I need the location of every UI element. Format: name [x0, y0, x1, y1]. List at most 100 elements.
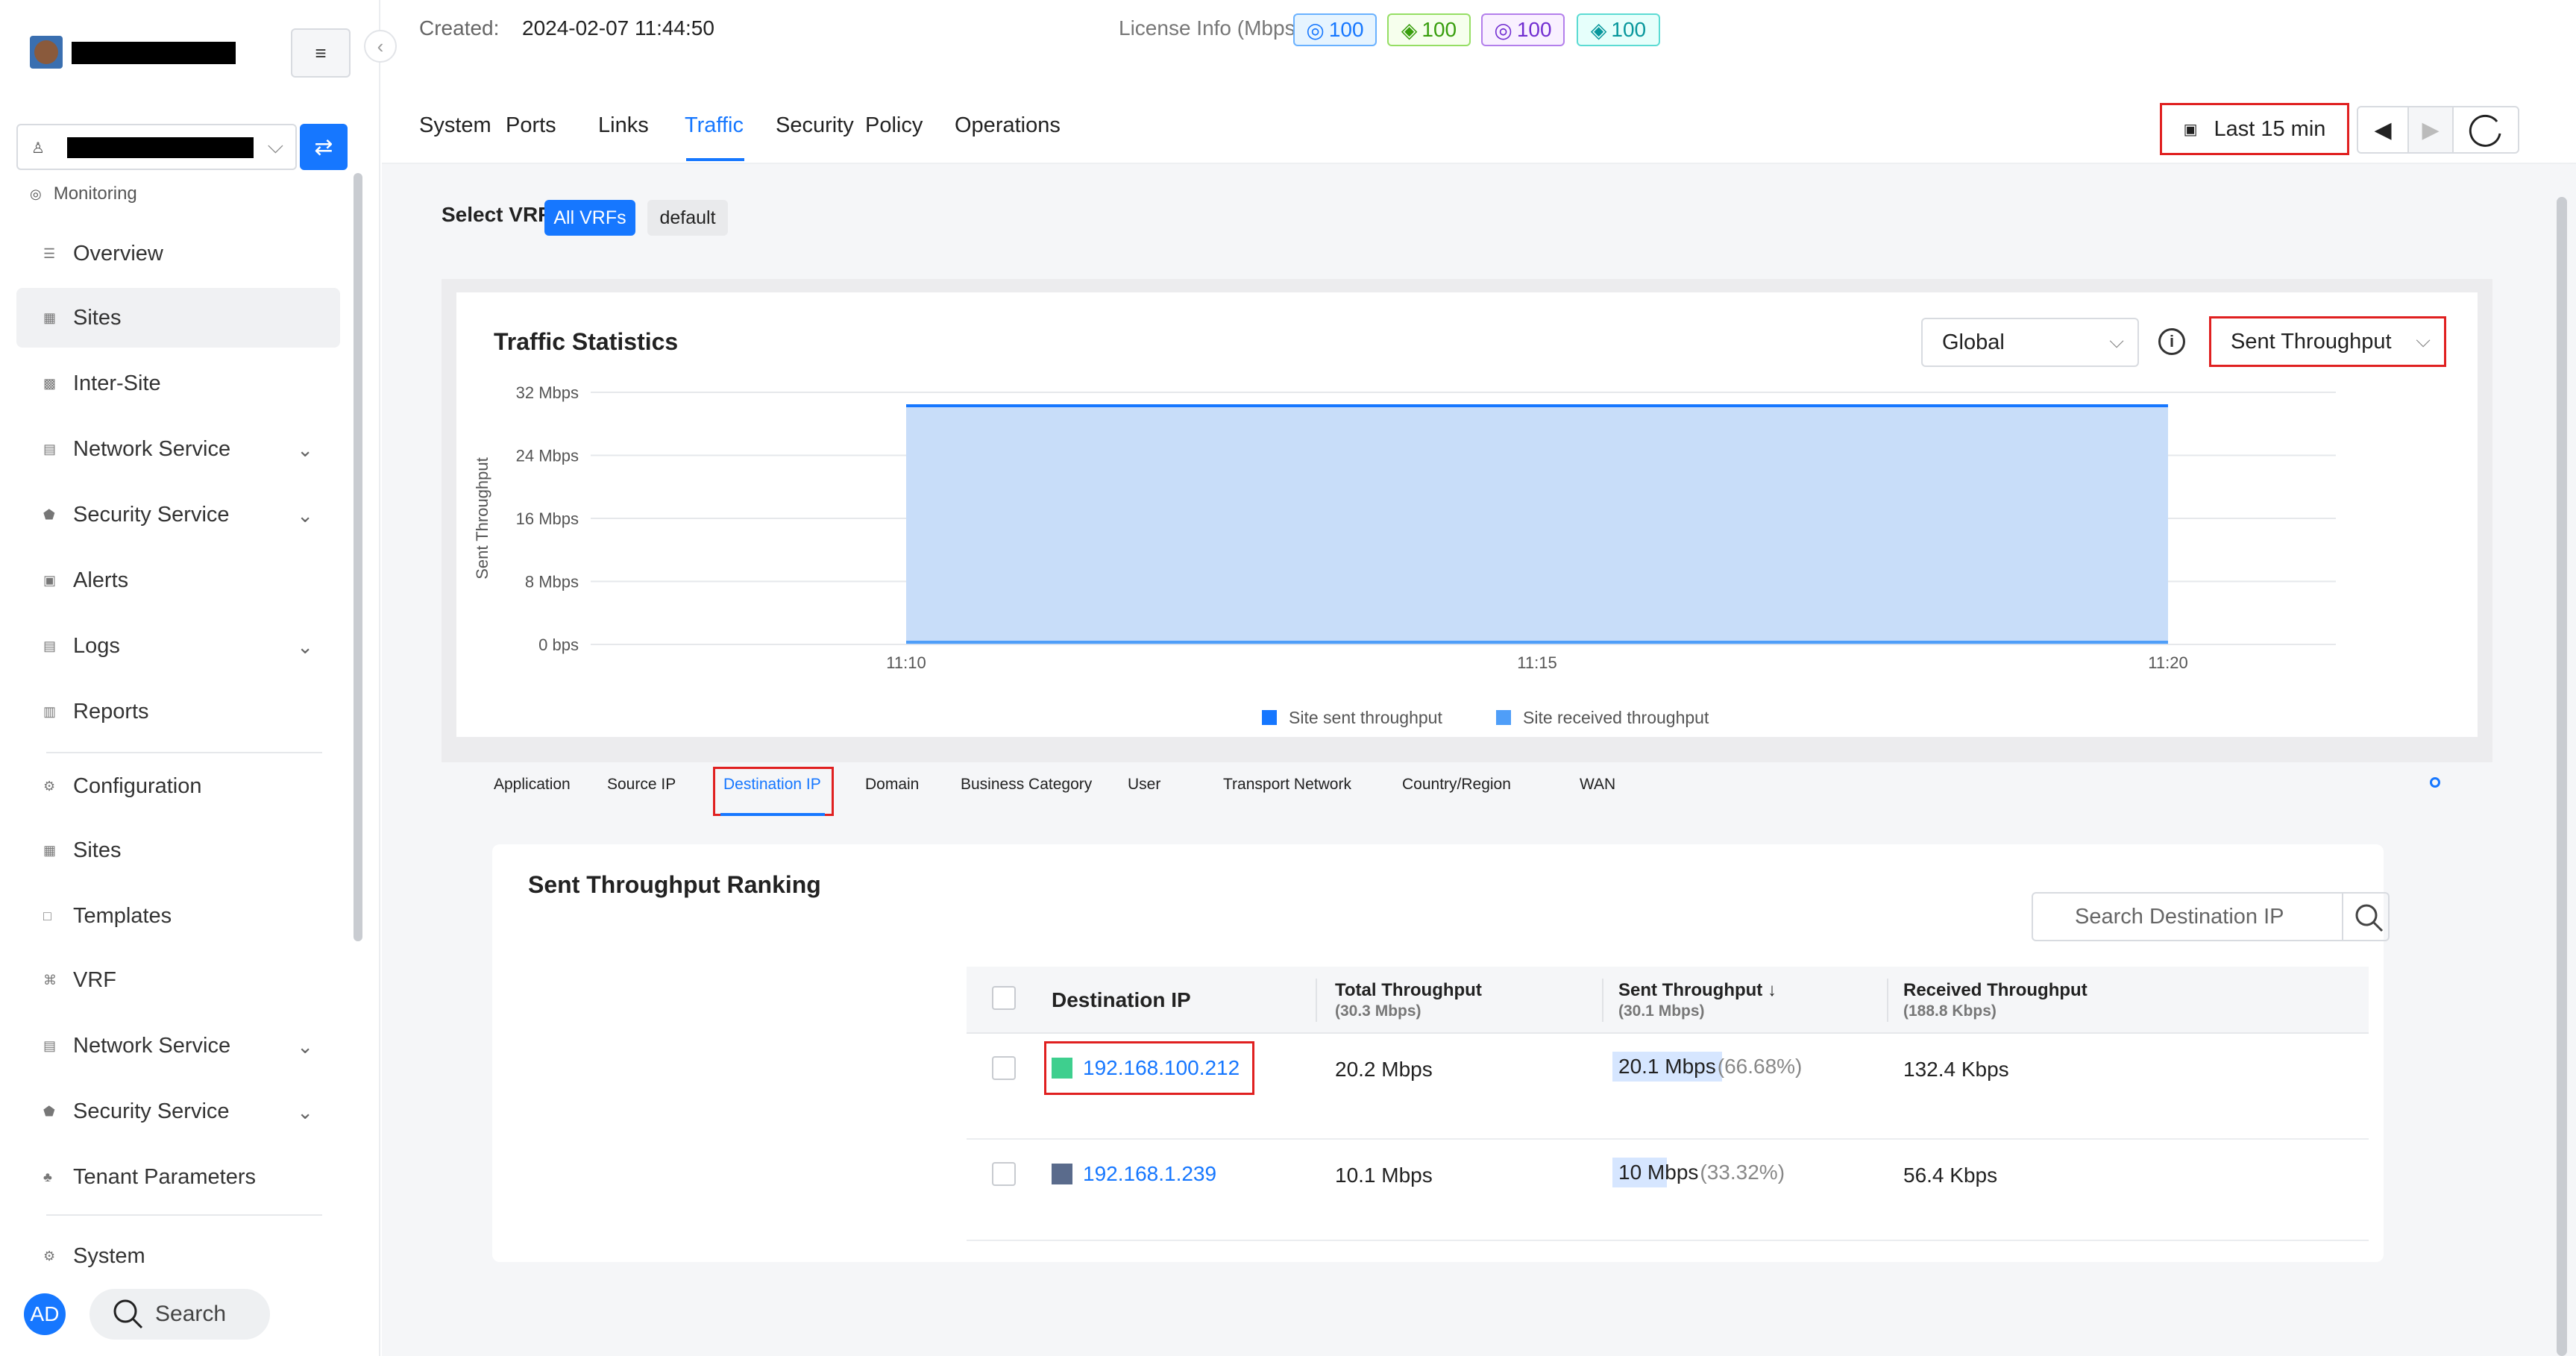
tab-ports[interactable]: Ports	[506, 113, 556, 138]
tab-security[interactable]: Security	[776, 113, 854, 138]
sidebar-item-security-service[interactable]: ⬟ Security Service ⌄	[16, 485, 340, 544]
shield-icon: ⬟	[43, 506, 55, 522]
vrf-option-all[interactable]: All VRFs	[544, 200, 635, 236]
col-sent-throughput[interactable]: Sent Throughput ↓ (30.1 Mbps)	[1618, 980, 1777, 1020]
sent-throughput-cell: 10 Mbps (33.32%)	[1612, 1158, 1785, 1187]
sidebar-item-tenant-parameters[interactable]: ♣ Tenant Parameters	[16, 1147, 340, 1207]
chevron-down-icon: ⌵	[2416, 329, 2431, 351]
caret-left-icon: ◀	[2374, 117, 2392, 142]
circle-icon: ◎	[1494, 18, 1512, 42]
chevron-down-icon: ⌄	[297, 1101, 313, 1123]
main-scrollbar[interactable]	[2557, 197, 2567, 1356]
created-label: Created:	[419, 16, 500, 40]
license-badge: ◎ 100	[1293, 13, 1377, 46]
sidebar-item-alerts[interactable]: ▣ Alerts	[16, 550, 340, 610]
sidebar-item-config-sites[interactable]: ▦ Sites	[16, 820, 340, 880]
tenant-switch-button[interactable]: ⇄	[300, 124, 348, 170]
row-checkbox[interactable]	[992, 1056, 1016, 1080]
vrf-option-default[interactable]: default	[647, 200, 728, 236]
app-logo	[30, 36, 63, 69]
vrf-label: Select VRF	[442, 203, 551, 226]
active-tab-indicator	[686, 158, 744, 161]
previous-range-button[interactable]: ◀	[2357, 106, 2409, 154]
tab-operations[interactable]: Operations	[955, 113, 1061, 138]
sidebar-scrollbar[interactable]	[354, 173, 362, 941]
config-icon: ⚙	[43, 778, 56, 794]
tenant-select[interactable]: ♙ ⌵	[16, 124, 297, 170]
rtab-country-region[interactable]: Country/Region	[1402, 776, 1511, 794]
col-total-throughput[interactable]: Total Throughput (30.3 Mbps)	[1335, 980, 1482, 1020]
license-badge: ◈ 100	[1387, 13, 1471, 46]
x-tick-label: 11:15	[1517, 653, 1556, 672]
rtab-source-ip[interactable]: Source IP	[607, 776, 676, 794]
tab-system[interactable]: System	[419, 113, 491, 138]
received-throughput-cell: 56.4 Kbps	[1903, 1164, 1998, 1187]
y-tick-label: 0 bps	[538, 635, 579, 654]
sidebar: ≡ ♙ ⌵ ⇄ ◎ Monitoring ☰ Overview ▦ Sites ▩ I…	[0, 0, 380, 1356]
redacted-app-name	[72, 42, 236, 64]
sidebar-search-button[interactable]: Search	[89, 1289, 270, 1340]
license-label: License Info (Mbps	[1119, 16, 1295, 40]
col-destination-ip[interactable]: Destination IP	[1052, 988, 1191, 1013]
square-icon: ▩	[43, 375, 57, 391]
sidebar-divider	[46, 1214, 322, 1216]
legend-label: Site received throughput	[1523, 708, 1709, 727]
list-icon: ☰	[43, 245, 56, 261]
template-icon: □	[43, 908, 51, 923]
sidebar-item-network-service[interactable]: ▤ Network Service ⌄	[16, 419, 340, 479]
metric-select[interactable]: Sent Throughput ⌵	[2209, 316, 2446, 367]
sidebar-section-monitoring: ◎ Monitoring	[30, 183, 137, 204]
traffic-stats-title: Traffic Statistics	[494, 328, 679, 355]
rtab-wan[interactable]: WAN	[1580, 776, 1615, 794]
total-throughput-cell: 10.1 Mbps	[1335, 1164, 1433, 1187]
destination-ip-search[interactable]: Search Destination IP	[2032, 892, 2390, 941]
chevron-down-icon: ⌄	[297, 1035, 313, 1058]
rtab-user[interactable]: User	[1128, 776, 1160, 794]
grid-icon: ▦	[43, 310, 57, 325]
x-tick-label: 11:20	[2148, 653, 2187, 672]
refresh-button[interactable]	[2452, 106, 2519, 154]
select-all-checkbox[interactable]	[992, 986, 1016, 1010]
sidebar-item-sites[interactable]: ▦ Sites	[16, 288, 340, 348]
row-checkbox[interactable]	[992, 1162, 1016, 1186]
rtab-application[interactable]: Application	[494, 776, 571, 794]
info-icon[interactable]: i	[2158, 328, 2185, 355]
sidebar-item-system[interactable]: ⚙ System	[16, 1226, 340, 1286]
sidebar-item-configuration[interactable]: ⚙ Configuration	[16, 756, 340, 816]
sidebar-item-vrf[interactable]: ⌘ VRF	[16, 950, 340, 1010]
tab-links[interactable]: Links	[598, 113, 649, 138]
destination-ip-link[interactable]: 192.168.1.239	[1052, 1162, 1216, 1186]
received-throughput-cell: 132.4 Kbps	[1903, 1058, 2009, 1081]
y-axis-label: Sent Throughput	[473, 457, 491, 580]
network-icon: ▤	[43, 441, 57, 456]
chevron-down-icon: ⌵	[2109, 330, 2124, 352]
sidebar-item-config-security-service[interactable]: ⬟ Security Service ⌄	[16, 1082, 340, 1141]
rtab-domain[interactable]: Domain	[865, 776, 919, 794]
sidebar-item-inter-site[interactable]: ▩ Inter-Site	[16, 354, 340, 413]
sidebar-item-reports[interactable]: ▥ Reports	[16, 682, 340, 741]
col-received-throughput[interactable]: Received Throughput (188.8 Kbps)	[1903, 980, 2087, 1020]
menu-toggle-button[interactable]: ≡	[291, 28, 351, 78]
next-range-button[interactable]: ▶	[2407, 106, 2454, 154]
license-badge: ◈ 100	[1577, 13, 1660, 46]
time-range-button[interactable]: ▣ Last 15 min	[2160, 103, 2349, 155]
search-icon[interactable]	[2352, 901, 2387, 935]
scope-select[interactable]: Global ⌵	[1921, 318, 2139, 367]
destination-ip-highlight	[713, 767, 834, 816]
redacted-tenant-name	[67, 137, 254, 158]
tab-policy[interactable]: Policy	[865, 113, 923, 138]
tab-traffic[interactable]: Traffic	[685, 113, 744, 138]
y-tick-label: 8 Mbps	[525, 573, 579, 591]
tenant-icon: ♙	[31, 140, 45, 157]
rtab-transport-network[interactable]: Transport Network	[1223, 776, 1351, 794]
rtab-business-category[interactable]: Business Category	[961, 776, 1092, 794]
avatar[interactable]: AD	[24, 1293, 66, 1335]
sidebar-item-config-network-service[interactable]: ▤ Network Service ⌄	[16, 1016, 340, 1076]
sidebar-item-templates[interactable]: □ Templates	[16, 886, 340, 946]
active-rtab-indicator	[720, 813, 825, 816]
network-icon: ▤	[43, 1038, 57, 1053]
sidebar-item-logs[interactable]: ▤ Logs ⌄	[16, 616, 340, 676]
sidebar-item-overview[interactable]: ☰ Overview	[16, 224, 340, 283]
settings-icon[interactable]	[2430, 777, 2440, 788]
collapse-sidebar-button[interactable]: ‹	[364, 30, 397, 63]
